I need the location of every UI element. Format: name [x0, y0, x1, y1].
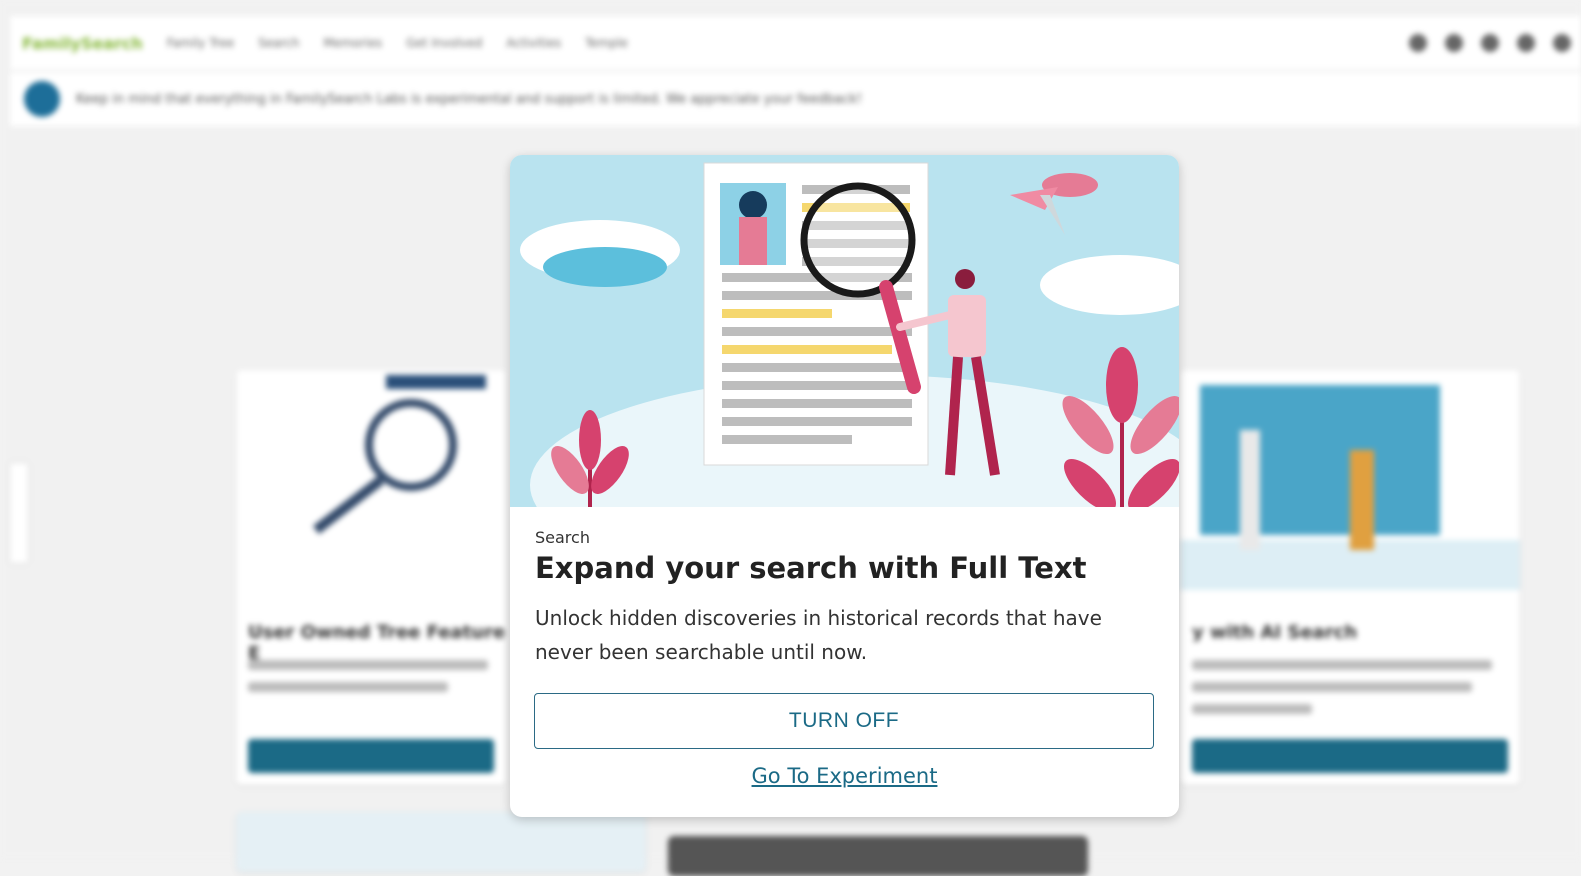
nav-get-involved[interactable]: Get Involved [406, 36, 482, 50]
labs-info-bar: Keep in mind that everything in FamilySe… [10, 72, 1581, 126]
card-bottom-left[interactable] [236, 812, 646, 872]
card-text-line [1192, 704, 1312, 714]
card-bottom-middle[interactable] [668, 836, 1088, 876]
card-sign-in-button[interactable] [248, 739, 494, 773]
card-image [312, 375, 486, 534]
modal-title: Expand your search with Full Text [535, 551, 1087, 585]
nav-activities[interactable]: Activities [506, 36, 561, 50]
modal-category: Search [535, 528, 590, 547]
info-text: Keep in mind that everything in FamilySe… [76, 91, 863, 107]
card-title: y with AI Search [1192, 622, 1358, 643]
feedback-tab[interactable] [10, 463, 28, 563]
help-icon[interactable] [1409, 34, 1427, 52]
card-title: User Owned Tree Feature E [248, 622, 506, 664]
nav-family-tree[interactable]: Family Tree [167, 36, 234, 50]
top-navigation: FamilySearch Family Tree Search Memories… [10, 16, 1581, 70]
card-text-line [1192, 682, 1472, 692]
card-text-line [248, 660, 488, 670]
full-text-search-illustration [510, 155, 1179, 507]
nav-temple[interactable]: Temple [585, 36, 628, 50]
card-ai-search[interactable]: y with AI Search [1180, 370, 1520, 785]
nav-memories[interactable]: Memories [323, 36, 382, 50]
card-sign-in-button[interactable] [1192, 739, 1508, 773]
messages-icon[interactable] [1517, 34, 1535, 52]
card-text-line [1192, 660, 1492, 670]
card-tree-feature[interactable]: User Owned Tree Feature E [236, 370, 506, 785]
globe-icon[interactable] [1445, 34, 1463, 52]
top-icons [1409, 34, 1571, 52]
turn-off-button[interactable]: TURN OFF [534, 693, 1154, 749]
go-to-experiment-link[interactable]: Go To Experiment [510, 764, 1179, 788]
info-icon [24, 81, 60, 117]
nav-search[interactable]: Search [258, 36, 299, 50]
card-image [1180, 385, 1520, 590]
modal-description: Unlock hidden discoveries in historical … [535, 606, 1102, 664]
card-text-line [248, 682, 448, 692]
user-icon[interactable] [1553, 34, 1571, 52]
brand-logo[interactable]: FamilySearch [22, 34, 143, 53]
apps-icon[interactable] [1481, 34, 1499, 52]
experiment-modal: Search Expand your search with Full Text… [510, 155, 1179, 817]
